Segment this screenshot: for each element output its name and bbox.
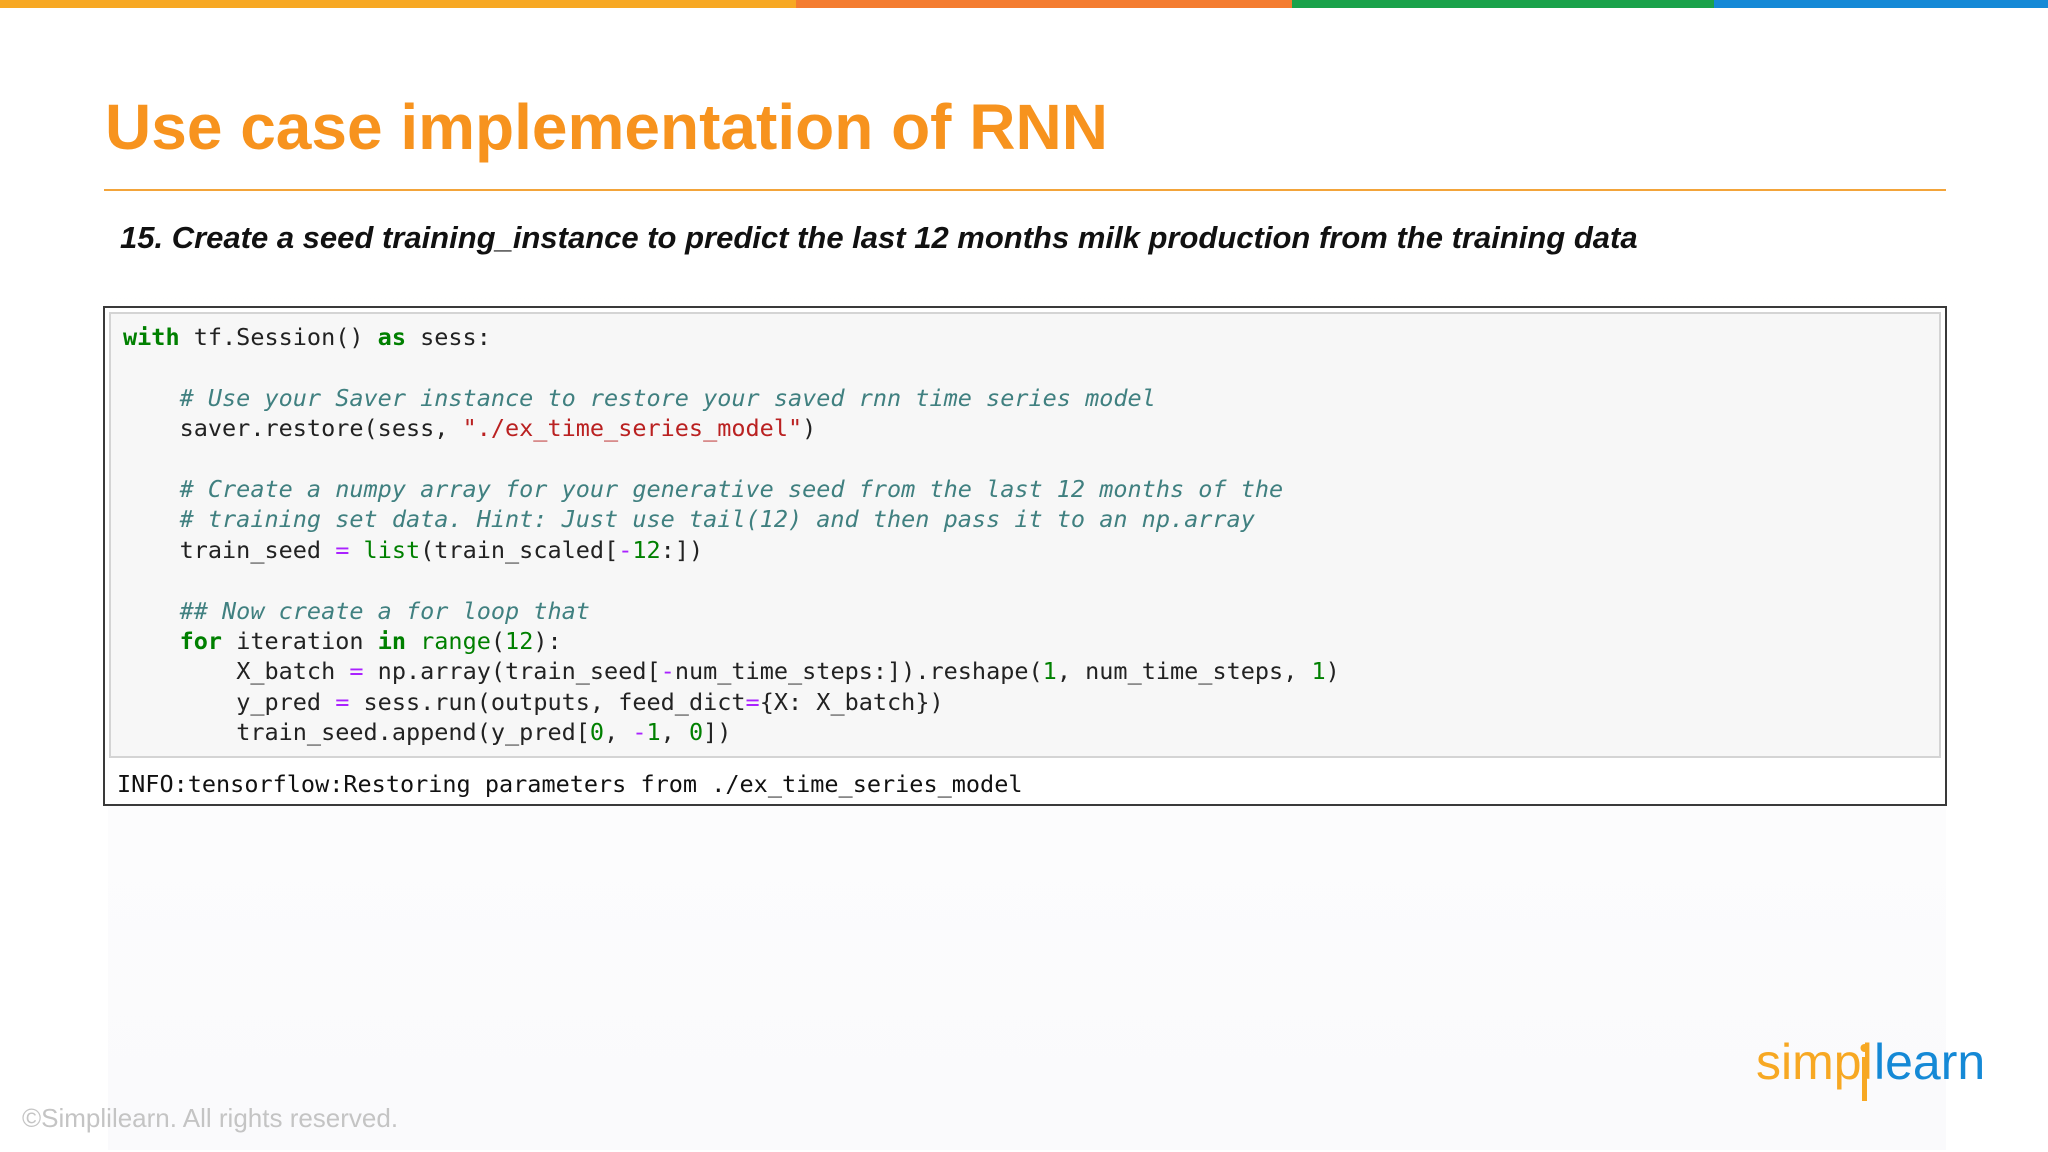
top-bar-blue-segment [1714, 0, 2048, 8]
code-line-14: train_seed.append(y_pred[0, -1, 0]) [236, 718, 732, 747]
top-bar-orange-segment [0, 0, 796, 8]
cell-output: INFO:tensorflow:Restoring parameters fro… [117, 770, 1023, 798]
code-comment: # Create a numpy array for your generati… [179, 475, 1284, 504]
code-input-area[interactable]: with tf.Session() as sess: # Use your Sa… [109, 312, 1941, 758]
top-bar-red-segment [796, 0, 1292, 8]
code-line-1: with tf.Session() as sess: [123, 323, 491, 351]
code-line-4: saver.restore(sess, "./ex_time_series_mo… [179, 414, 817, 443]
code-block: with tf.Session() as sess: # Use your Sa… [123, 322, 1340, 748]
svg-text:simpl: simpl [1756, 1035, 1873, 1090]
title-divider [104, 189, 1946, 191]
code-line-11: for iteration in range(12): [179, 627, 562, 656]
top-color-bar [0, 0, 2048, 8]
code-comment: # training set data. Hint: Just use tail… [179, 505, 1255, 534]
svg-text:learn: learn [1874, 1035, 1985, 1090]
code-line-12: X_batch = np.array(train_seed[-num_time_… [236, 657, 1340, 686]
code-comment: # Use your Saver instance to restore you… [179, 383, 1156, 412]
notebook-code-cell: with tf.Session() as sess: # Use your Sa… [103, 306, 1947, 806]
code-line-8: train_seed = list(train_scaled[-12:]) [179, 535, 704, 564]
code-line-13: y_pred = sess.run(outputs, feed_dict={X:… [236, 687, 944, 716]
copyright-text: ©Simplilearn. All rights reserved. [22, 1103, 399, 1133]
code-comment: ## Now create a for loop that [179, 596, 590, 625]
step-instruction: 15. Create a seed training_instance to p… [120, 220, 1638, 255]
top-bar-green-segment [1292, 0, 1714, 8]
slide-title: Use case implementation of RNN [105, 91, 1108, 163]
simplilearn-logo: simpl learn [1756, 1035, 1985, 1101]
